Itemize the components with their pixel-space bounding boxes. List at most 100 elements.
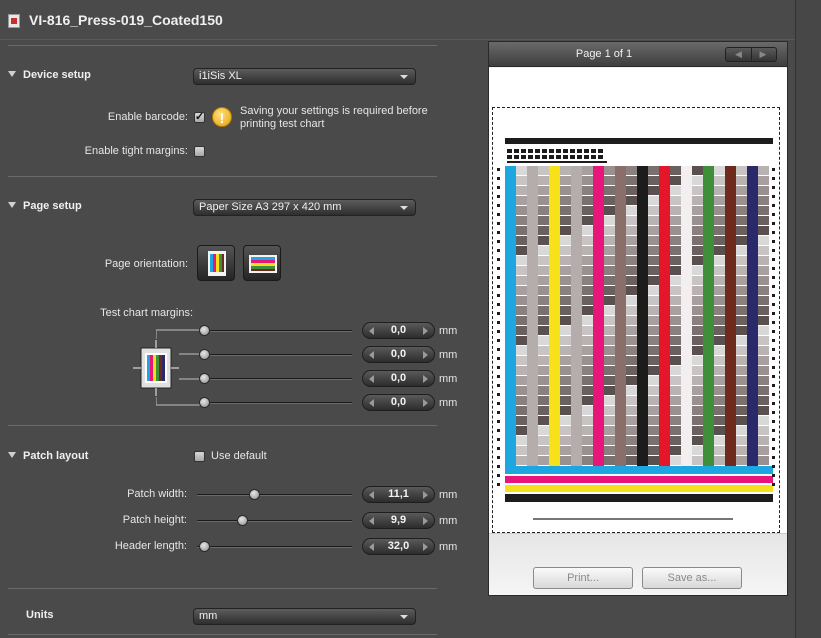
margin-stepper[interactable]: 0,0	[362, 322, 435, 339]
margin-slider-track[interactable]	[200, 354, 352, 356]
device-dropdown[interactable]: i1iSis XL	[193, 68, 416, 85]
save-as-button[interactable]: Save as...	[642, 567, 742, 589]
tint-patch	[582, 346, 593, 355]
patch-slider-track[interactable]	[197, 520, 352, 522]
patch-value[interactable]: 9,9	[377, 514, 420, 526]
increment-icon[interactable]	[423, 327, 428, 335]
decrement-icon[interactable]	[369, 399, 374, 407]
landscape-orientation-button[interactable]	[243, 245, 281, 281]
patch-slider-track[interactable]	[197, 546, 352, 548]
units-dropdown[interactable]: mm	[193, 608, 416, 625]
increment-icon[interactable]	[423, 375, 428, 383]
decrement-icon[interactable]	[369, 375, 374, 383]
warning-message: Saving your settings is required before …	[240, 105, 428, 130]
tight-margins-checkbox[interactable]	[194, 146, 205, 157]
patch-slider-thumb[interactable]	[249, 489, 260, 500]
tint-patch	[692, 326, 703, 335]
decrement-icon[interactable]	[369, 543, 374, 551]
margin-slider-thumb[interactable]	[199, 397, 210, 408]
tint-patch	[560, 206, 571, 215]
patch-value[interactable]: 32,0	[377, 540, 420, 552]
tint-patch	[604, 386, 615, 395]
tint-patch	[582, 326, 593, 335]
section-patch-layout[interactable]: Patch layout	[8, 450, 88, 462]
tint-patch	[560, 446, 571, 455]
registration-mark	[772, 438, 775, 441]
section-page-setup[interactable]: Page setup	[8, 200, 82, 212]
margin-slider-thumb[interactable]	[199, 325, 210, 336]
margin-value[interactable]: 0,0	[377, 396, 420, 408]
margin-slider-track[interactable]	[200, 378, 352, 380]
barcode-mark	[542, 155, 547, 159]
registration-mark	[772, 420, 775, 423]
tint-patch	[560, 356, 571, 365]
registration-mark	[772, 411, 775, 414]
tint-patch	[626, 276, 637, 285]
patch-stepper[interactable]: 9,9	[362, 512, 435, 529]
tint-patch	[648, 366, 659, 375]
increment-icon[interactable]	[423, 351, 428, 359]
tint-patch	[604, 416, 615, 425]
section-device-setup[interactable]: Device setup	[8, 69, 91, 81]
unit-label: mm	[439, 349, 458, 361]
patch-slider-track[interactable]	[197, 494, 352, 496]
registration-mark	[772, 375, 775, 378]
tint-patch	[560, 316, 571, 325]
next-page-button[interactable]: ▶	[750, 48, 776, 61]
patch-slider-thumb[interactable]	[237, 515, 248, 526]
registration-mark	[497, 474, 500, 477]
tint-patch	[758, 346, 769, 355]
increment-icon[interactable]	[423, 491, 428, 499]
use-default-checkbox[interactable]	[194, 451, 205, 462]
tint-patch	[692, 196, 703, 205]
tint-patch	[714, 386, 725, 395]
page-size-dropdown[interactable]: Paper Size A3 297 x 420 mm	[193, 199, 416, 216]
tint-patch	[560, 236, 571, 245]
decrement-icon[interactable]	[369, 491, 374, 499]
increment-icon[interactable]	[423, 543, 428, 551]
registration-mark	[497, 420, 500, 423]
tint-patch	[736, 346, 747, 355]
tint-patch	[560, 286, 571, 295]
portrait-orientation-button[interactable]	[197, 245, 235, 281]
margin-stepper[interactable]: 0,0	[362, 394, 435, 411]
tint-patch	[758, 236, 769, 245]
registration-mark	[497, 366, 500, 369]
decrement-icon[interactable]	[369, 327, 374, 335]
previous-page-button[interactable]: ◀	[726, 48, 752, 61]
patch-slider-thumb[interactable]	[199, 541, 210, 552]
tint-patch	[516, 266, 527, 275]
tint-patch	[560, 186, 571, 195]
margin-value[interactable]: 0,0	[377, 324, 420, 336]
margin-stepper[interactable]: 0,0	[362, 370, 435, 387]
decrement-icon[interactable]	[369, 517, 374, 525]
patch-stepper[interactable]: 11,1	[362, 486, 435, 503]
tint-patch	[626, 306, 637, 315]
tint-patch	[714, 366, 725, 375]
tint-patch	[538, 196, 549, 205]
margin-value[interactable]: 0,0	[377, 348, 420, 360]
margin-slider-thumb[interactable]	[199, 349, 210, 360]
patch-stepper[interactable]: 32,0	[362, 538, 435, 555]
registration-mark	[772, 357, 775, 360]
enable-barcode-checkbox[interactable]	[194, 110, 205, 123]
tint-patch	[714, 416, 725, 425]
decrement-icon[interactable]	[369, 351, 374, 359]
tint-patch	[648, 216, 659, 225]
patch-value[interactable]: 11,1	[377, 488, 420, 500]
barcode-mark	[584, 155, 589, 159]
margin-slider-thumb[interactable]	[199, 373, 210, 384]
increment-icon[interactable]	[423, 517, 428, 525]
margin-value[interactable]: 0,0	[377, 372, 420, 384]
tint-patch	[758, 406, 769, 415]
tint-patch	[604, 276, 615, 285]
margin-slider-track[interactable]	[200, 330, 352, 332]
tint-patch	[736, 236, 747, 245]
margin-slider-track[interactable]	[200, 402, 352, 404]
tint-patch	[582, 366, 593, 375]
tint-patch	[692, 266, 703, 275]
increment-icon[interactable]	[423, 399, 428, 407]
print-button[interactable]: Print...	[533, 567, 633, 589]
margin-stepper[interactable]: 0,0	[362, 346, 435, 363]
preview-header: Page 1 of 1 ◀ ▶	[489, 42, 787, 67]
